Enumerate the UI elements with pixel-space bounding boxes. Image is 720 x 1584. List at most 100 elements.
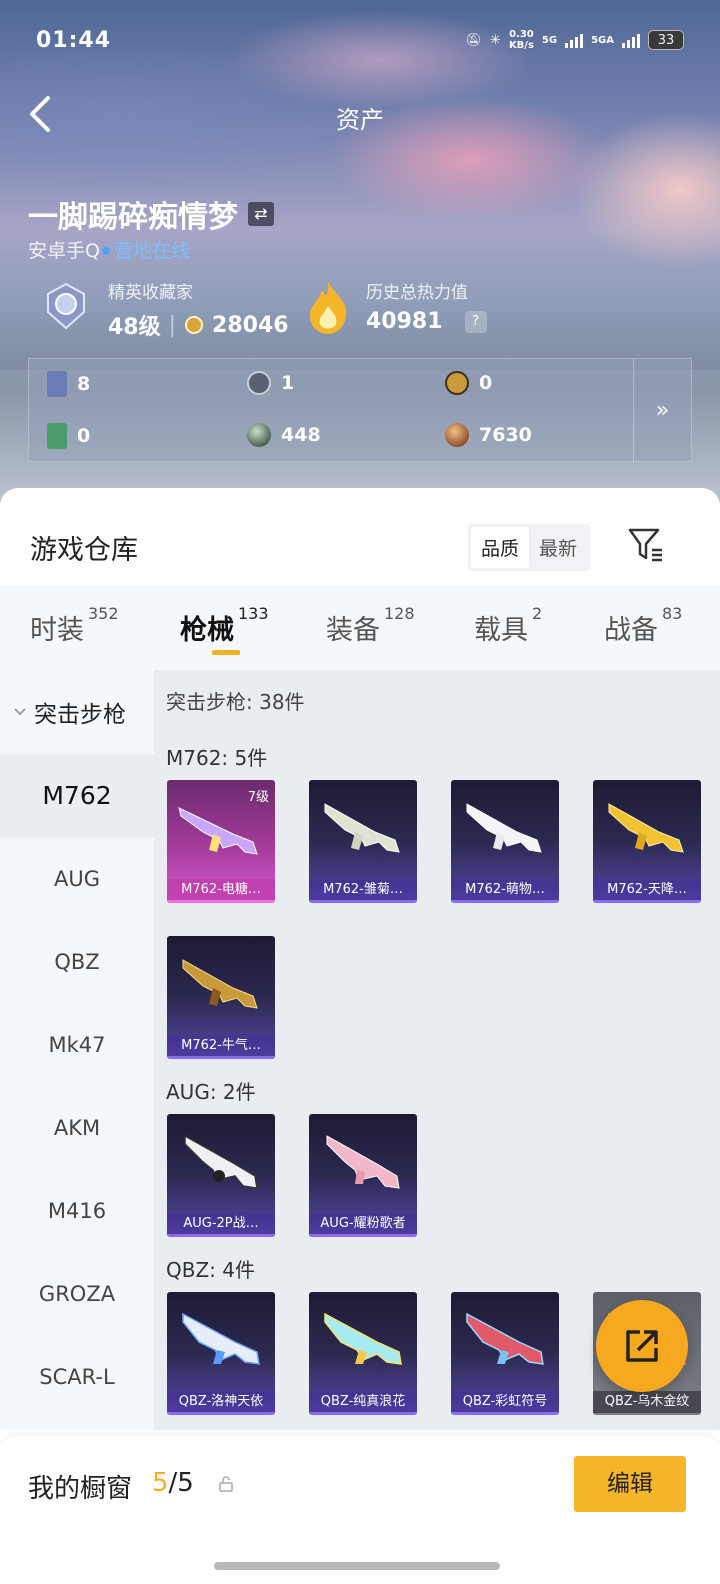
player-name: 一脚踢碎痴情梦 xyxy=(28,200,238,235)
rifle-icon xyxy=(466,803,542,853)
sidebar-item-akm[interactable]: AKM xyxy=(0,1086,154,1170)
sort-latest-button[interactable]: 最新 xyxy=(529,527,587,568)
asset-value: 8 xyxy=(77,373,91,395)
showcase-label: 我的橱窗 xyxy=(28,1474,133,1504)
weapon-card[interactable]: QBZ-彩虹符号 xyxy=(451,1292,559,1415)
weapon-name: AUG-耀粉歌者 xyxy=(309,1213,417,1235)
home-indicator xyxy=(214,1562,500,1570)
rifle-icon xyxy=(466,1312,544,1365)
rifle-icon xyxy=(182,959,258,1009)
card-icon xyxy=(47,371,67,397)
sidebar-item-qbz[interactable]: QBZ xyxy=(0,920,154,1004)
help-icon[interactable]: ? xyxy=(464,310,487,333)
warehouse-panel: 游戏仓库 品质 最新 时装352 枪械133 装备128 载具2 战备83 突击… xyxy=(0,488,720,1584)
sidebar-item-groza[interactable]: GROZA xyxy=(0,1252,154,1336)
sidebar-category-header[interactable]: 突击步枪 xyxy=(0,670,154,754)
weapon-name: M762-电糖… xyxy=(167,879,275,901)
sidebar-item-scar-l[interactable]: SCAR-L xyxy=(0,1335,154,1419)
weapon-card[interactable]: M762-牛气… xyxy=(167,936,275,1059)
weapon-name: QBZ-洛神天依 xyxy=(167,1391,275,1413)
tab-battle-prep[interactable]: 战备83 xyxy=(604,604,682,647)
status-bar: 01:44 🔕︎ ✳ 0.30 KB/s 5G 5GA 33 xyxy=(36,24,684,56)
assets-panel: 8 1 0 0 448 7630 » xyxy=(28,358,692,463)
tab-count: 352 xyxy=(88,604,119,623)
collector-badge-icon xyxy=(47,282,85,330)
weapon-sidebar: 突击步枪 M762 AUG QBZ Mk47 AKM M416 GROZA SC… xyxy=(0,670,154,1430)
sidebar-item-m416[interactable]: M416 xyxy=(0,1169,154,1253)
tab-label: 装备 xyxy=(326,615,380,646)
asset-value: 448 xyxy=(281,424,321,446)
page-title: 资产 xyxy=(336,106,384,134)
bronze-coin-icon xyxy=(445,423,469,447)
switch-account-icon[interactable]: ⇄ xyxy=(248,202,274,226)
asset-item[interactable]: 448 xyxy=(247,423,321,447)
showcase-total: /5 xyxy=(168,1468,194,1498)
asset-item[interactable]: 8 xyxy=(47,371,90,397)
tab-equipment[interactable]: 装备128 xyxy=(326,604,415,647)
heat-label: 历史总热力值 xyxy=(366,283,468,303)
weapon-name: AUG-2P战… xyxy=(167,1213,275,1235)
divider: | xyxy=(168,312,177,338)
sphere-icon xyxy=(247,423,271,447)
green-card-icon xyxy=(47,423,67,449)
sim2-label: 5GA xyxy=(591,34,614,46)
asset-item[interactable]: 0 xyxy=(47,423,90,449)
rifle-icon xyxy=(184,1134,258,1189)
rarity-bar xyxy=(309,1234,417,1237)
asset-item[interactable]: 7630 xyxy=(445,423,532,447)
assets-more-button[interactable]: » xyxy=(633,359,691,463)
weapon-name: QBZ-彩虹符号 xyxy=(451,1391,559,1413)
sort-quality-button[interactable]: 品质 xyxy=(471,527,530,568)
share-button[interactable] xyxy=(596,1300,688,1392)
group-title: M762: 5件 xyxy=(166,746,268,770)
asset-item[interactable]: 0 xyxy=(445,371,492,395)
filter-button[interactable] xyxy=(626,524,666,564)
gold-badge-icon xyxy=(445,371,469,395)
asset-value: 0 xyxy=(77,425,91,447)
weapon-card[interactable]: AUG-2P战… xyxy=(167,1114,275,1237)
weapon-card[interactable]: QBZ-纯真浪花 xyxy=(309,1292,417,1415)
lock-icon xyxy=(219,1476,233,1492)
sidebar-header-label: 突击步枪 xyxy=(34,702,126,728)
status-icons: 🔕︎ ✳ 0.30 KB/s 5G 5GA 33 xyxy=(466,29,684,51)
collector-level: 48级 xyxy=(108,315,161,340)
category-tabs: 时装352 枪械133 装备128 载具2 战备83 xyxy=(0,586,720,670)
edit-button[interactable]: 编辑 xyxy=(574,1456,686,1512)
weapon-name: M762-天降… xyxy=(593,879,701,901)
rarity-bar xyxy=(309,1412,417,1415)
tab-firearms[interactable]: 枪械133 xyxy=(180,604,269,647)
asset-item[interactable]: 1 xyxy=(247,371,294,395)
weapon-card[interactable]: M762-天降… xyxy=(593,780,701,903)
tab-count: 2 xyxy=(532,604,543,623)
weapon-card[interactable]: QBZ-洛神天依 xyxy=(167,1292,275,1415)
sidebar-item-aug[interactable]: AUG xyxy=(0,837,154,921)
sidebar-item-mk47[interactable]: Mk47 xyxy=(0,1003,154,1087)
group-title: AUG: 2件 xyxy=(166,1080,256,1104)
rarity-bar xyxy=(451,1412,559,1415)
online-dot-icon xyxy=(101,247,110,255)
rarity-bar xyxy=(167,1056,275,1059)
rarity-bar xyxy=(167,900,275,903)
weapon-card[interactable]: M762-萌物… xyxy=(451,780,559,903)
rifle-icon xyxy=(324,803,400,853)
tab-vehicles[interactable]: 载具2 xyxy=(474,604,542,647)
showcase-count: 5/5 xyxy=(152,1468,194,1498)
tab-count: 83 xyxy=(662,604,683,623)
nav-bar: 资产 xyxy=(0,92,720,138)
category-total: 突击步枪: 38件 xyxy=(166,690,305,714)
chevron-down-icon xyxy=(14,708,26,716)
weapon-card[interactable]: AUG-耀粉歌者 xyxy=(309,1114,417,1237)
platform-label: 安卓手Q xyxy=(28,240,100,262)
profile-sub: 安卓手Q 营地在线 xyxy=(28,236,190,263)
tab-fashion[interactable]: 时装352 xyxy=(30,604,119,647)
rifle-icon xyxy=(608,803,684,853)
weapon-name: M762-雏菊… xyxy=(309,879,417,901)
weapon-name: M762-牛气… xyxy=(167,1035,275,1057)
weapon-card[interactable]: 7级 M762-电糖… xyxy=(167,780,275,903)
weapon-card[interactable]: M762-雏菊… xyxy=(309,780,417,903)
sidebar-item-m762[interactable]: M762 xyxy=(0,754,154,838)
rifle-icon xyxy=(326,1135,400,1189)
bluetooth-icon: ✳ xyxy=(490,32,501,48)
filter-icon xyxy=(628,528,662,562)
net-speed: 0.30 KB/s xyxy=(509,29,534,51)
